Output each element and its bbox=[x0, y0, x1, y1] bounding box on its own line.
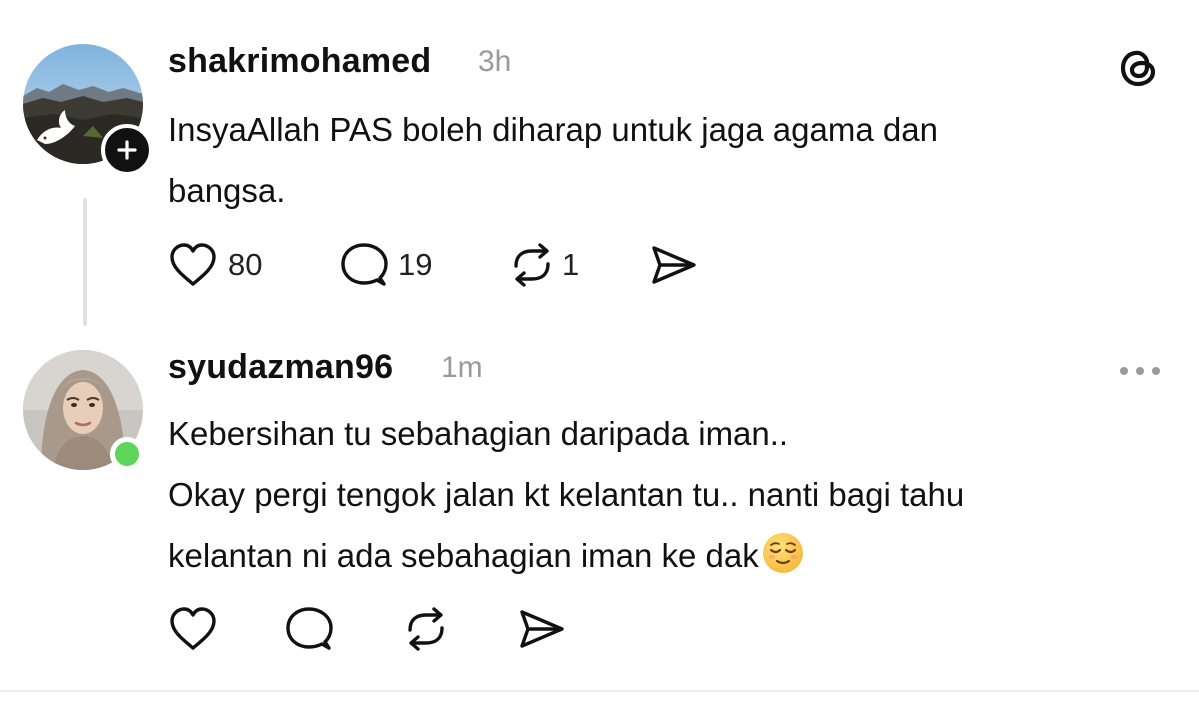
author-avatar-container[interactable] bbox=[23, 44, 153, 176]
repost-count: 1 bbox=[562, 247, 580, 282]
send-icon bbox=[520, 610, 564, 648]
repost-button[interactable] bbox=[402, 606, 450, 652]
threads-logo-icon[interactable] bbox=[1118, 47, 1160, 94]
heart-icon bbox=[170, 243, 216, 286]
share-button[interactable] bbox=[518, 606, 566, 652]
username[interactable]: syudazman96 bbox=[168, 348, 393, 387]
post-text-line-1: Kebersihan tu sebahagian daripada iman.. bbox=[168, 415, 789, 452]
follow-button[interactable] bbox=[101, 124, 153, 176]
comment-bubble-icon bbox=[341, 243, 388, 286]
reply-count: 19 bbox=[398, 247, 433, 282]
post-syudazman96: syudazman96 1m Kebersihan tu sebahagian … bbox=[0, 330, 1199, 690]
reply-button[interactable] bbox=[285, 606, 333, 652]
repost-button[interactable]: 1 bbox=[508, 242, 579, 288]
timestamp: 1m bbox=[441, 351, 483, 384]
post-text-line-2: bangsa. bbox=[168, 172, 286, 209]
post-text-line-1: InsyaAllah PAS boleh diharap untuk jaga … bbox=[168, 111, 938, 148]
like-count: 80 bbox=[228, 247, 263, 282]
post-text-line-2: Okay pergi tengok jalan kt kelantan tu..… bbox=[168, 476, 965, 513]
author-avatar-container[interactable] bbox=[23, 350, 147, 474]
reply-button[interactable]: 19 bbox=[340, 242, 432, 288]
thread-connector-line bbox=[83, 198, 87, 326]
timestamp: 3h bbox=[478, 45, 512, 78]
like-button[interactable] bbox=[168, 606, 218, 652]
comment-bubble-icon bbox=[286, 607, 333, 650]
post-text-line-3: kelantan ni ada sebahagian iman ke dak bbox=[168, 537, 759, 574]
post-text: Kebersihan tu sebahagian daripada iman..… bbox=[168, 403, 964, 594]
share-button[interactable] bbox=[650, 242, 698, 288]
repost-icon bbox=[514, 243, 550, 287]
like-button[interactable]: 80 bbox=[168, 242, 262, 288]
online-status-indicator bbox=[110, 437, 144, 471]
send-icon bbox=[652, 246, 696, 284]
more-options-icon[interactable] bbox=[1118, 364, 1162, 382]
post-shakrimohamed: shakrimohamed 3h InsyaAllah PAS boleh di… bbox=[0, 0, 1199, 330]
relieved-face-emoji-icon bbox=[761, 531, 805, 594]
divider bbox=[0, 690, 1199, 692]
post-text: InsyaAllah PAS boleh diharap untuk jaga … bbox=[168, 99, 938, 221]
plus-icon bbox=[117, 140, 137, 160]
repost-icon bbox=[408, 607, 444, 651]
username[interactable]: shakrimohamed bbox=[168, 42, 431, 81]
heart-icon bbox=[170, 607, 216, 650]
